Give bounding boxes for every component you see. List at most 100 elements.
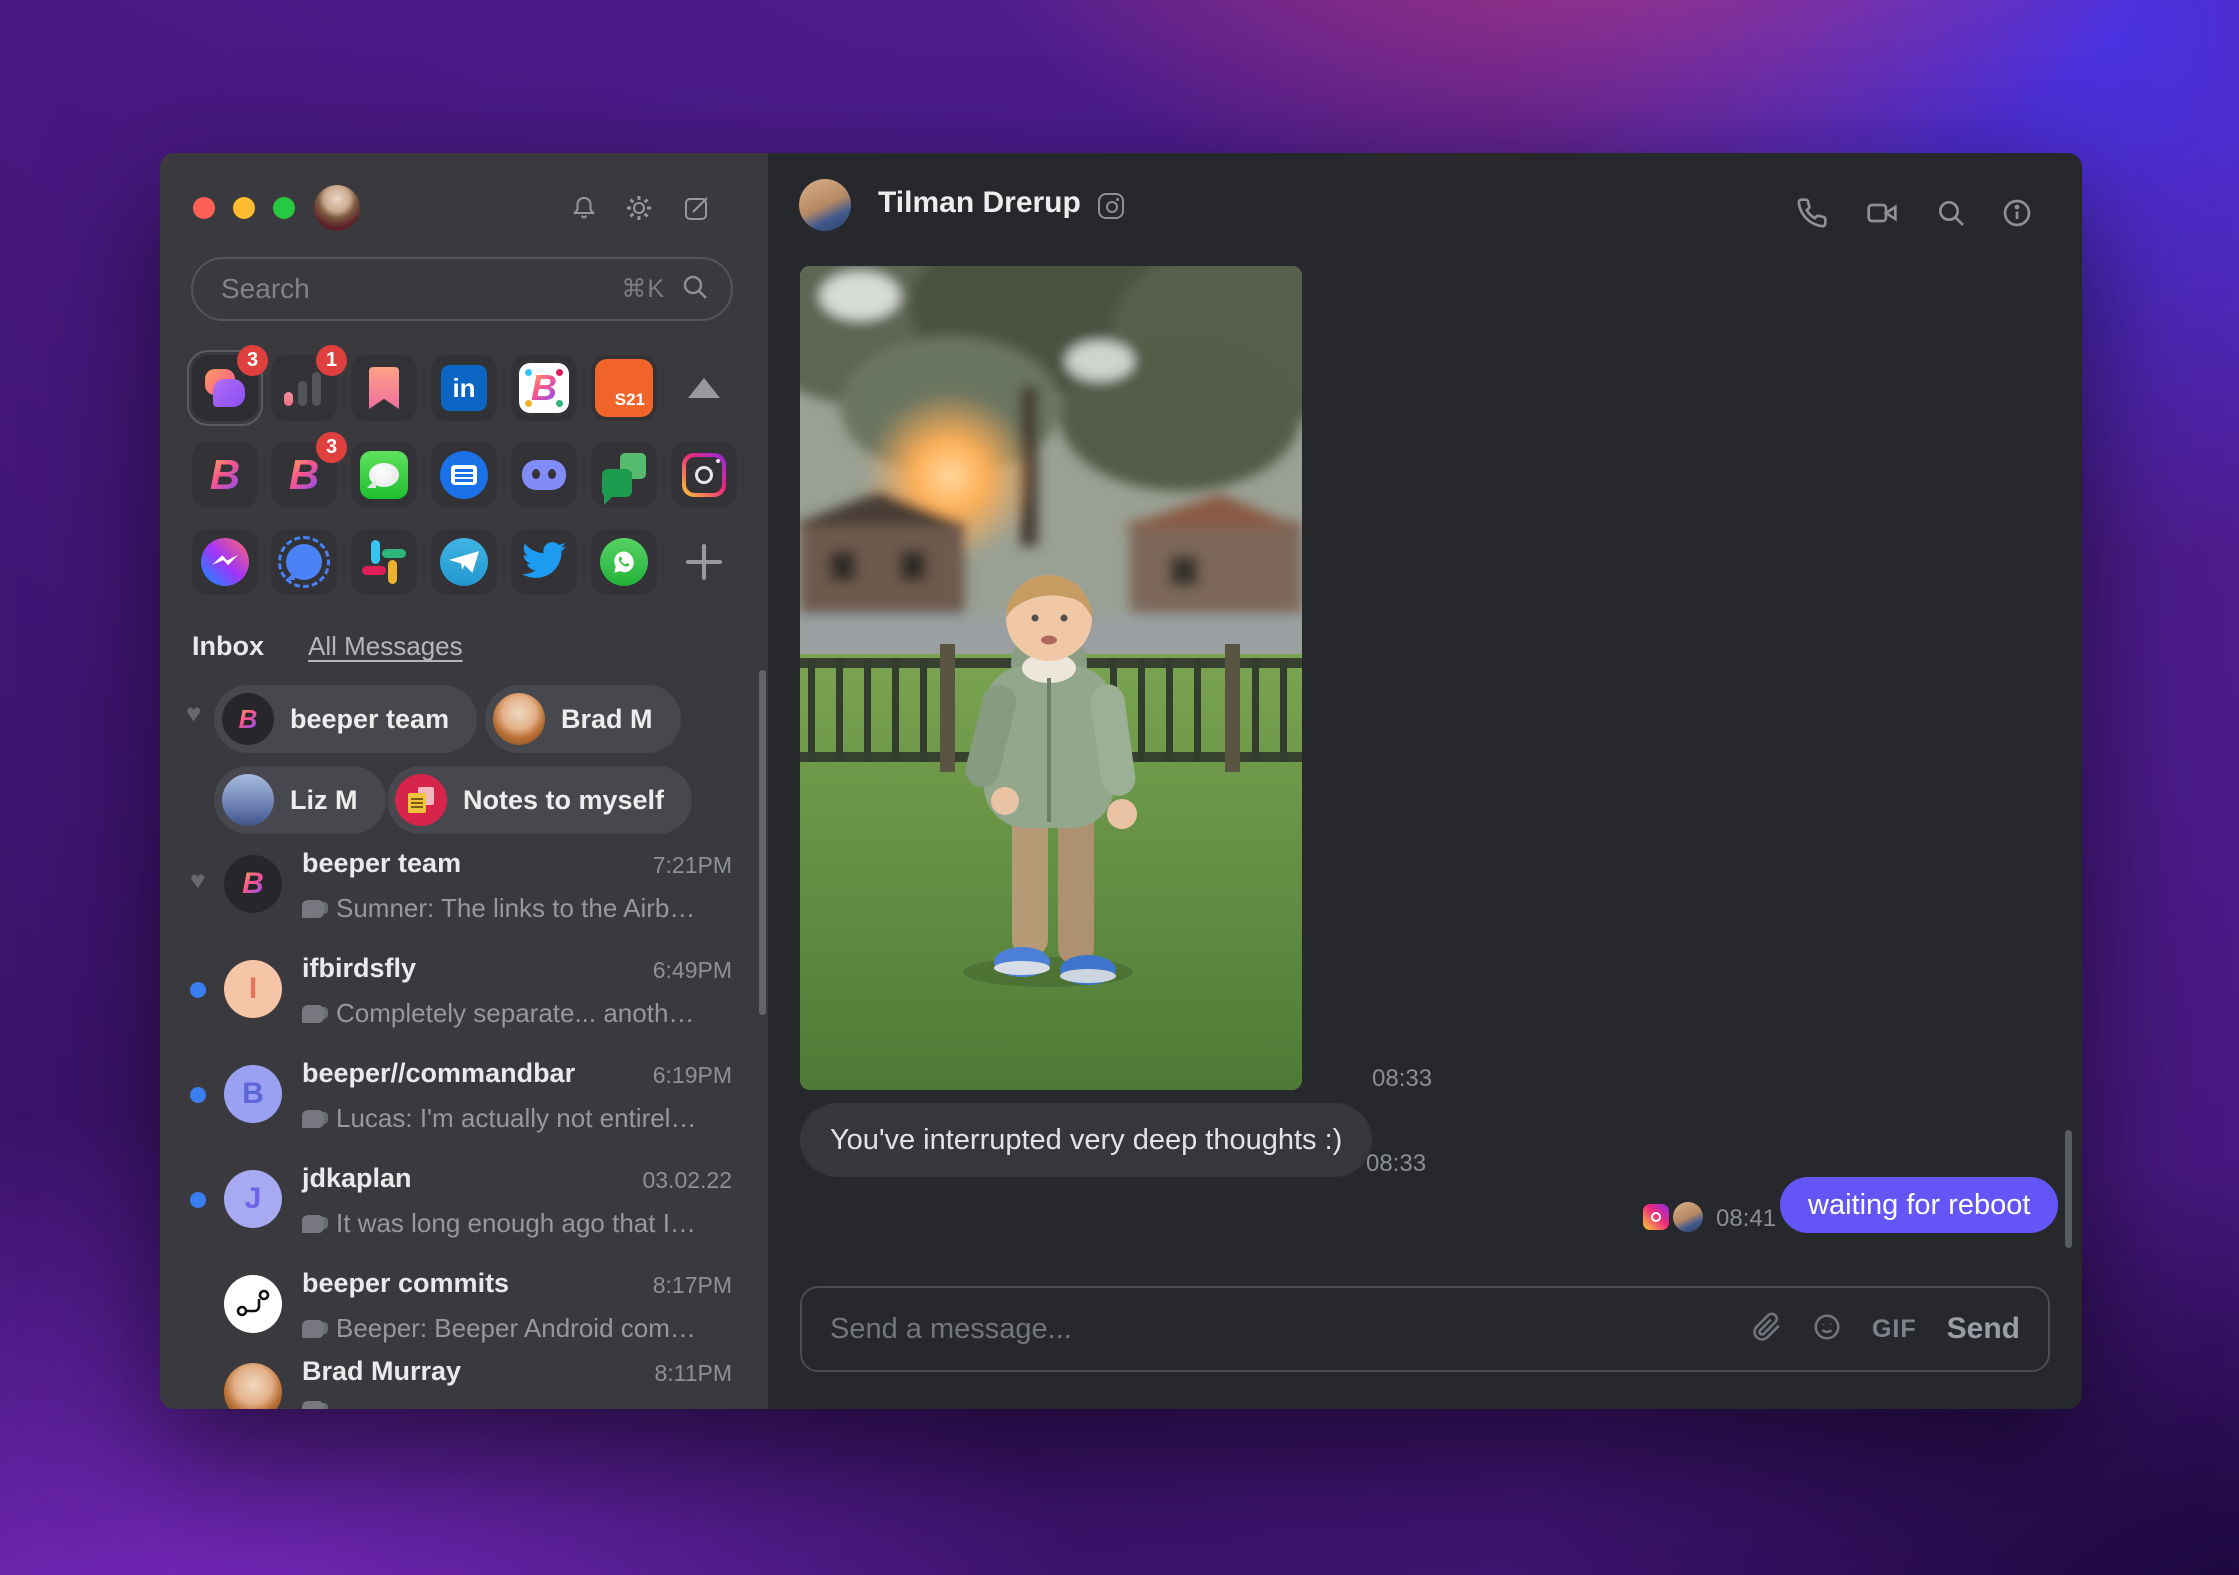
window-zoom-button[interactable] xyxy=(273,197,295,219)
unread-badge: 1 xyxy=(316,345,347,376)
chat-list-item-beeper-commandbar[interactable]: B beeper//commandbar 6:19PM Lucas: I'm a… xyxy=(160,1051,768,1151)
notifications-bell-icon[interactable] xyxy=(570,194,598,222)
message-bubble-icon xyxy=(302,1004,328,1023)
settings-gear-icon[interactable] xyxy=(625,194,653,222)
sidebar: ⌘K 3 1 in B xyxy=(160,153,768,1409)
all-messages-link[interactable]: All Messages xyxy=(308,631,463,662)
favorite-pill-liz-m[interactable]: Liz M xyxy=(214,766,386,834)
whatsapp-icon xyxy=(600,538,648,586)
instagram-icon xyxy=(682,453,726,497)
avatar: B xyxy=(224,1065,282,1123)
info-icon[interactable] xyxy=(2001,197,2033,229)
android-messages-icon xyxy=(440,451,488,499)
gif-button[interactable]: GIF xyxy=(1872,1315,1917,1344)
chat-list-item-ifbirdsfly[interactable]: I ifbirdsfly 6:49PM Completely separate.… xyxy=(160,946,768,1046)
network-whatsapp[interactable] xyxy=(591,529,657,595)
network-bookmarks[interactable] xyxy=(351,355,417,421)
compose-new-message-icon[interactable] xyxy=(683,194,711,222)
user-avatar[interactable] xyxy=(314,185,360,231)
discord-icon xyxy=(522,460,566,490)
network-beeper-secondary[interactable]: B 3 xyxy=(271,432,347,508)
window-close-button[interactable] xyxy=(193,197,215,219)
beeper-logo-icon: B xyxy=(288,451,320,498)
commit-graph-avatar xyxy=(224,1275,282,1333)
bookmark-icon xyxy=(369,367,399,409)
call-phone-icon[interactable] xyxy=(1796,197,1828,229)
chat-list-item-jdkaplan[interactable]: J jdkaplan 03.02.22 It was long enough a… xyxy=(160,1156,768,1256)
network-messenger[interactable] xyxy=(192,529,258,595)
chat-list-item-beeper-commits[interactable]: beeper commits 8:17PM Beeper: Beeper And… xyxy=(160,1261,768,1361)
chevron-up-icon xyxy=(688,378,720,398)
network-beeper[interactable]: B xyxy=(192,442,258,508)
photo-message[interactable] xyxy=(800,266,1302,1090)
network-imessage[interactable] xyxy=(351,442,417,508)
message-timestamp: 08:41 xyxy=(1716,1205,1777,1232)
google-chat-icon xyxy=(602,453,646,497)
network-twitter[interactable] xyxy=(511,529,577,595)
send-button[interactable]: Send xyxy=(1947,1312,2020,1346)
network-linkedin[interactable]: in xyxy=(431,355,497,421)
message-timestamp: 08:33 xyxy=(1366,1150,1427,1177)
desktop-wallpaper: ⌘K 3 1 in B xyxy=(0,0,2239,1575)
avatar xyxy=(222,774,274,826)
signal-icon xyxy=(278,536,330,588)
chat-scrollbar[interactable] xyxy=(2065,1130,2072,1248)
favorite-pill-beeper-team[interactable]: B beeper team xyxy=(214,685,478,753)
read-receipt-avatar xyxy=(1673,1202,1703,1232)
message-composer[interactable]: GIF Send xyxy=(800,1286,2050,1372)
favorite-pill-brad-m[interactable]: Brad M xyxy=(485,685,681,753)
outgoing-message-bubble[interactable]: waiting for reboot xyxy=(1780,1177,2059,1233)
message-input[interactable] xyxy=(830,1312,1722,1346)
network-slack[interactable] xyxy=(351,529,417,595)
network-instagram[interactable] xyxy=(671,442,737,508)
chat-header-avatar[interactable] xyxy=(799,179,851,231)
beeper-logo-icon: B xyxy=(209,451,241,498)
network-android-messages[interactable] xyxy=(431,442,497,508)
search-input[interactable] xyxy=(221,273,622,305)
attachment-paperclip-icon[interactable] xyxy=(1752,1312,1782,1347)
s21-icon: S21 xyxy=(595,359,653,417)
avatar: I xyxy=(224,960,282,1018)
favorite-heart-icon: ♥ xyxy=(190,865,206,895)
collapse-networks-button[interactable] xyxy=(671,355,737,421)
network-signal[interactable] xyxy=(271,529,337,595)
notes-icon xyxy=(395,774,447,826)
messenger-icon xyxy=(201,538,249,586)
network-activity[interactable]: 1 xyxy=(271,345,347,421)
outgoing-message-text: waiting for reboot xyxy=(1808,1188,2031,1221)
unread-dot xyxy=(190,1192,206,1208)
video-call-icon[interactable] xyxy=(1866,197,1898,229)
conversation-pane: Tilman Drerup 08:33 You've interrupted v… xyxy=(768,153,2082,1409)
window-minimize-button[interactable] xyxy=(233,197,255,219)
favorite-pill-notes-to-myself[interactable]: Notes to myself xyxy=(387,766,693,834)
network-google-chat[interactable] xyxy=(591,442,657,508)
network-beeper-inbox[interactable]: 3 xyxy=(187,345,268,426)
emoji-icon[interactable] xyxy=(1812,1312,1842,1347)
message-bubble-icon xyxy=(302,1319,328,1338)
chat-list-item-beeper-team[interactable]: ♥ B beeper team 7:21PM Sumner: The links… xyxy=(160,841,768,941)
inbox-header: Inbox All Messages xyxy=(192,631,463,662)
network-s21[interactable]: S21 xyxy=(591,355,657,421)
twitter-icon xyxy=(522,538,566,587)
chat-list-item-brad-murray[interactable]: Brad Murray 8:11PM xyxy=(160,1349,768,1409)
search-shortcut: ⌘K xyxy=(621,275,665,303)
add-network-button[interactable] xyxy=(671,529,737,595)
message-bubble-icon xyxy=(302,1401,328,1409)
network-beeper-slack[interactable]: B xyxy=(511,355,577,421)
avatar: B xyxy=(222,693,274,745)
search-icon xyxy=(681,273,709,306)
unread-badge: 3 xyxy=(316,432,347,463)
linkedin-icon: in xyxy=(441,365,487,411)
incoming-message-text: You've interrupted very deep thoughts :) xyxy=(830,1123,1343,1156)
incoming-message-bubble[interactable]: You've interrupted very deep thoughts :) xyxy=(800,1103,1373,1177)
message-bubble-icon xyxy=(302,899,328,918)
beeper-logo-tile-icon: B xyxy=(519,363,569,413)
message-bubble-icon xyxy=(302,1214,328,1233)
network-discord[interactable] xyxy=(511,442,577,508)
search-bar[interactable]: ⌘K xyxy=(191,257,733,321)
network-telegram[interactable] xyxy=(431,529,497,595)
search-in-chat-icon[interactable] xyxy=(1935,197,1967,229)
message-bubble-icon xyxy=(302,1109,328,1128)
unread-dot xyxy=(190,1087,206,1103)
inbox-title: Inbox xyxy=(192,631,264,661)
